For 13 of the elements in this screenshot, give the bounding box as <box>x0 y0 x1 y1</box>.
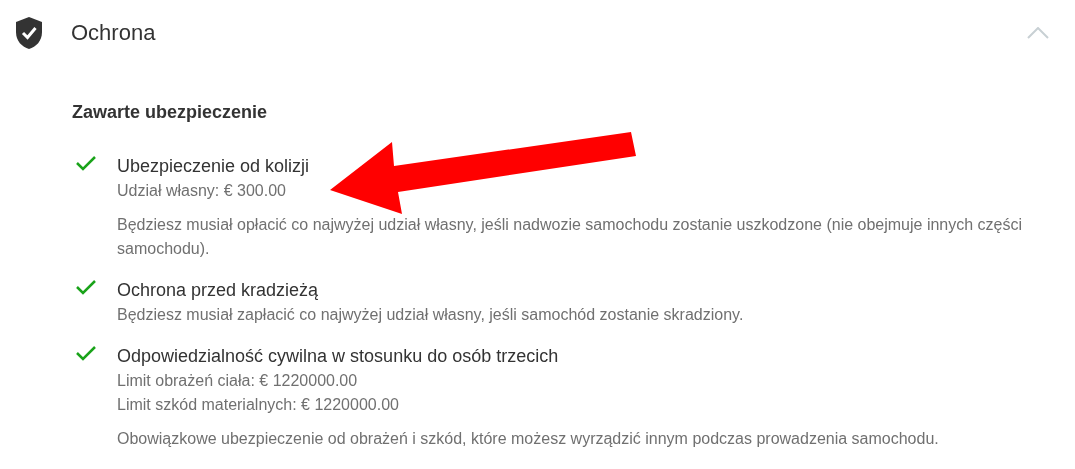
collapse-chevron-icon[interactable] <box>1027 27 1049 39</box>
section-heading: Zawarte ubezpieczenie <box>72 102 269 123</box>
coverage-description: Będziesz musiał zapłacić co najwyżej udział własny, jeśli samochód zostanie skradziony. <box>117 305 745 325</box>
panel-title: Ochrona <box>71 20 157 46</box>
coverage-detail: Limit obrażeń ciała: € 1220000.00 <box>117 371 359 391</box>
coverage-title: Ubezpieczenie od kolizji <box>117 155 311 178</box>
coverage-title: Odpowiedzialność cywilna w stosunku do osób trzecich <box>117 345 560 368</box>
shield-check-icon <box>14 16 44 50</box>
coverage-title: Ochrona przed kradzieżą <box>117 279 320 302</box>
coverage-detail: Limit szkód materialnych: € 1220000.00 <box>117 395 400 415</box>
coverage-detail: Udział własny: € 300.00 <box>117 181 287 201</box>
coverage-description: Obowiązkowe ubezpieczenie od obrażeń i szkód, które możesz wyrządzić innym podczas prowadzenia samochodu. <box>117 429 940 449</box>
coverage-description: Będziesz musiał opłacić co najwyżej udział własny, jeśli nadwozie samochodu zostanie uszkodzone (nie obejmuje innych części samochodu). <box>117 215 1024 259</box>
